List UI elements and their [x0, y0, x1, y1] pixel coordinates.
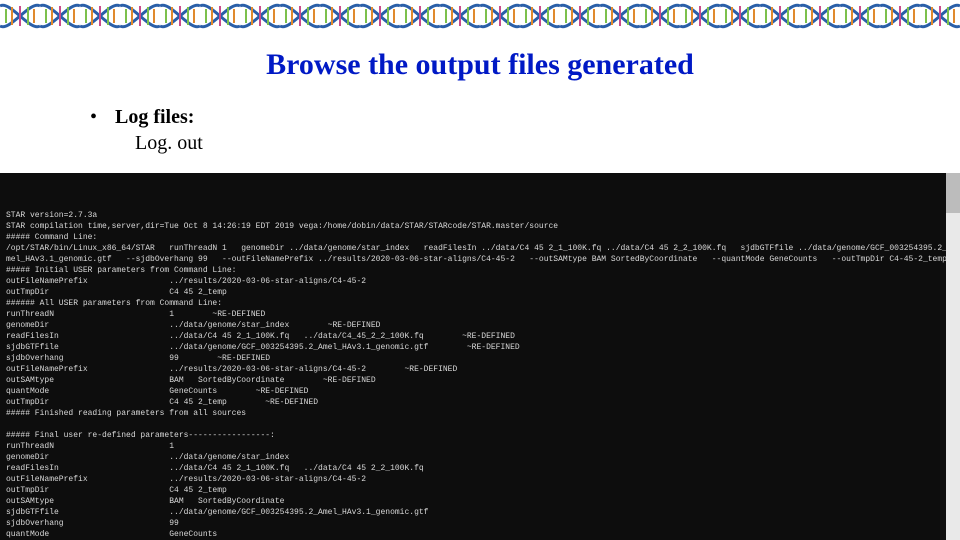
dna-helix-icon — [880, 0, 920, 32]
dna-helix-icon — [800, 0, 840, 32]
dna-helix-icon — [240, 0, 280, 32]
dna-helix-icon — [720, 0, 760, 32]
dna-helix-icon — [120, 0, 160, 32]
scroll-thumb[interactable] — [946, 173, 960, 213]
dna-helix-icon — [360, 0, 400, 32]
dna-helix-icon — [200, 0, 240, 32]
terminal-output: ▴ ▾ STAR version=2.7.3a STAR compilation… — [0, 173, 960, 540]
terminal-container: ▴ ▾ STAR version=2.7.3a STAR compilation… — [0, 173, 960, 540]
dna-helix-icon — [40, 0, 80, 32]
dna-helix-icon — [600, 0, 640, 32]
dna-helix-icon — [520, 0, 560, 32]
dna-helix-icon — [560, 0, 600, 32]
dna-helix-icon — [680, 0, 720, 32]
bullet-sub-logout: Log. out — [135, 132, 960, 155]
dna-helix-icon — [440, 0, 480, 32]
bullet-dot-icon: • — [90, 104, 110, 130]
dna-helix-icon — [80, 0, 120, 32]
dna-helix-icon — [0, 0, 40, 32]
dna-helix-icon — [920, 0, 960, 32]
dna-helix-icon — [640, 0, 680, 32]
dna-helix-icon — [840, 0, 880, 32]
bullet-label: Log files: — [115, 106, 194, 128]
terminal-lines: STAR version=2.7.3a STAR compilation tim… — [6, 210, 954, 540]
bullet-log-files: • Log files: — [90, 104, 960, 130]
dna-helix-icon — [400, 0, 440, 32]
dna-helix-icon — [320, 0, 360, 32]
scrollbar[interactable]: ▴ ▾ — [946, 173, 960, 540]
dna-helix-icon — [160, 0, 200, 32]
page-title: Browse the output files generated — [0, 48, 960, 82]
dna-helix-icon — [480, 0, 520, 32]
dna-helix-icon — [280, 0, 320, 32]
dna-banner: // handled after data-bind script below — [0, 0, 960, 32]
dna-helix-icon — [760, 0, 800, 32]
